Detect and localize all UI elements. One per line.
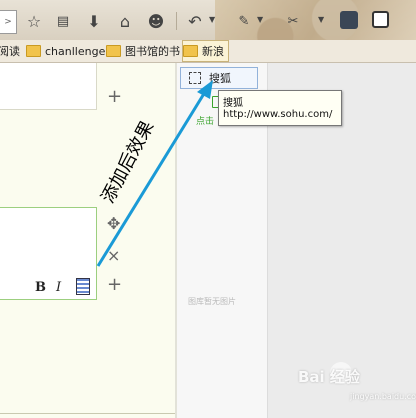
arrow-head bbox=[197, 80, 213, 99]
watermark-text: Bai 经验 bbox=[298, 368, 360, 386]
watermark-url: jingyan.baidu.com bbox=[350, 392, 416, 401]
annotation-arrow bbox=[96, 80, 213, 267]
